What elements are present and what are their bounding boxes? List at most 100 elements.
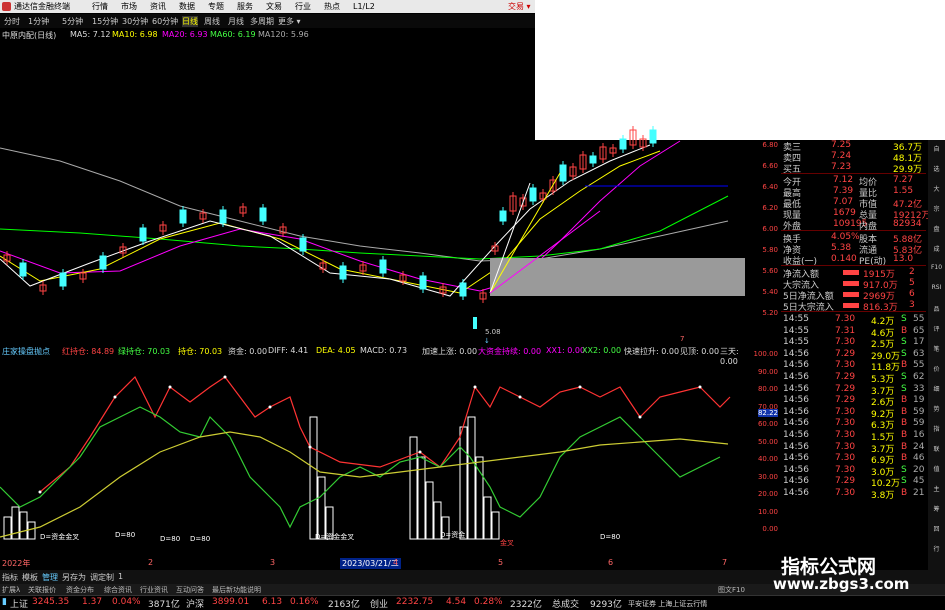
side-tab[interactable]: 回: [930, 524, 943, 533]
quote-cell: 14:56: [783, 488, 809, 498]
tab-manage[interactable]: 管理: [42, 572, 58, 583]
high-marker: 7: [680, 335, 684, 343]
period-tab[interactable]: 5分钟: [62, 16, 83, 27]
quote-row: 14:56 7.30 3.8万 B 21: [783, 488, 928, 501]
quote-row: 14:55 7.31 4.6万 B 65: [783, 325, 928, 339]
d-label: D=80: [190, 535, 210, 543]
side-tab[interactable]: 选: [930, 164, 943, 173]
menu-item[interactable]: 行情: [92, 2, 108, 11]
quote-row: 卖四 7.24 48.1万: [783, 151, 928, 164]
fn-tab[interactable]: 行业资讯: [140, 585, 168, 595]
volume-bar: [483, 496, 492, 540]
side-tab[interactable]: 笔: [930, 344, 943, 353]
side-tab[interactable]: 细: [930, 384, 943, 393]
ma20-label: MA20: 6.93: [162, 30, 208, 39]
fn-tab[interactable]: 图文F10: [718, 585, 745, 595]
menu-item[interactable]: 专题: [208, 2, 224, 11]
side-tab[interactable]: 宗: [930, 204, 943, 213]
quote-cell: 0.140: [831, 254, 857, 264]
quote-cell: 6: [909, 289, 915, 299]
period-tab[interactable]: 周线: [204, 16, 220, 27]
quote-cell: 20: [913, 464, 925, 475]
quote-cell: 7.25: [831, 140, 852, 150]
menu-item[interactable]: L1/L2: [353, 2, 375, 11]
signal-dot: [638, 415, 642, 419]
menu-item[interactable]: 文易: [266, 2, 282, 11]
fn-tab[interactable]: 资金分布: [66, 585, 94, 595]
menu-item[interactable]: 热点: [324, 2, 340, 11]
sh-name[interactable]: 上证: [10, 597, 28, 610]
fn-tab[interactable]: 综合资讯: [104, 585, 132, 595]
period-tab[interactable]: 多周期: [250, 16, 274, 27]
quote-cell: 14:55: [783, 325, 809, 336]
candles: [3, 126, 657, 329]
fn-tab[interactable]: 扩展λ: [2, 585, 20, 595]
period-tab[interactable]: 60分钟: [152, 16, 178, 27]
indicator-tick: 40.00: [757, 455, 778, 463]
total-amount: 9293亿: [590, 600, 622, 610]
period-tab[interactable]: 15分钟: [92, 16, 118, 27]
fn-tab[interactable]: 互动问答: [176, 585, 204, 595]
quote-cell: 7.29: [835, 476, 856, 487]
candlestick-chart[interactable]: 5.08 ↓ 7: [0, 41, 745, 357]
side-tab[interactable]: 成: [930, 244, 943, 253]
cy-name[interactable]: 创业: [370, 597, 388, 610]
period-tab[interactable]: 分时: [4, 16, 20, 27]
quote-cell: S: [901, 476, 907, 487]
price-tick: 6.80: [762, 141, 778, 149]
quote-cell: 1.55: [893, 186, 914, 196]
tab-customize[interactable]: 调定制: [90, 572, 114, 583]
quote-cell: 7.30: [835, 464, 856, 475]
side-tab[interactable]: 评: [930, 324, 943, 333]
side-tab[interactable]: 品: [930, 304, 943, 313]
side-tab[interactable]: 大: [930, 184, 943, 193]
fn-tab[interactable]: 最后新功能说明: [212, 585, 261, 595]
menu-item[interactable]: 数据: [179, 2, 195, 11]
volume-bar: [467, 416, 476, 540]
tab-template[interactable]: 模板: [22, 572, 38, 583]
menu-item[interactable]: 市场: [121, 2, 137, 11]
quote-cell: 7.30: [835, 488, 856, 498]
side-tab[interactable]: 筹: [930, 504, 943, 513]
broker-label: 平安证券 上海上证云行情: [628, 600, 708, 608]
period-tab-active[interactable]: 日线: [182, 16, 198, 27]
candle-body: [619, 138, 627, 150]
menu-item[interactable]: 资讯: [150, 2, 166, 11]
fn-tab[interactable]: 关联报价: [28, 585, 56, 595]
side-tab[interactable]: 自: [930, 144, 943, 153]
side-tab[interactable]: 联: [930, 444, 943, 453]
trade-button[interactable]: 交易 ▾: [508, 1, 531, 12]
quote-cell: 1679: [833, 208, 856, 218]
sh-amount: 3871亿: [148, 600, 180, 610]
tab-indicator[interactable]: 指标: [2, 572, 18, 583]
side-tab[interactable]: 价: [930, 364, 943, 373]
period-tab[interactable]: 月线: [228, 16, 244, 27]
menu-item[interactable]: 服务: [237, 2, 253, 11]
more-periods[interactable]: 更多 ▾: [278, 16, 301, 27]
flow-bar: [843, 281, 859, 286]
tab-page[interactable]: 1: [118, 572, 123, 581]
quote-row: 14:56 7.30 3.0万 S 20: [783, 464, 928, 478]
side-tab[interactable]: 指: [930, 424, 943, 433]
indicator-chart[interactable]: D=资金金叉 D=80 D=80 D=80 D=资金金叉 D=资金 金叉 D=8…: [0, 357, 745, 547]
gap-box: [490, 258, 745, 296]
quote-cell: 13.0: [893, 254, 914, 264]
side-tab[interactable]: F10: [930, 264, 943, 271]
market-status-bar: ▮ 上证 3245.35 1.37 0.04% 3871亿 沪深 3899.01…: [0, 595, 945, 610]
side-tab[interactable]: 值: [930, 464, 943, 473]
sz-name[interactable]: 沪深: [186, 597, 204, 610]
side-tab[interactable]: 势: [930, 404, 943, 413]
side-tab[interactable]: 盘: [930, 224, 943, 233]
side-tab[interactable]: RSI: [930, 284, 943, 291]
yellow-position-line: [0, 431, 729, 538]
app-title: 通达信金融终端: [14, 2, 70, 11]
quote-cell: 19: [913, 395, 925, 406]
side-tab[interactable]: 主: [930, 484, 943, 493]
indicator-value: 快速拉升: 0.00: [624, 347, 680, 356]
tab-save-as[interactable]: 另存为: [62, 572, 86, 583]
indicator-value: 大资金持续: 0.00: [478, 347, 542, 356]
period-tab[interactable]: 1分钟: [28, 16, 49, 27]
quote-cell: 7.29: [835, 395, 856, 406]
period-tab[interactable]: 30分钟: [122, 16, 148, 27]
menu-item[interactable]: 行业: [295, 2, 311, 11]
